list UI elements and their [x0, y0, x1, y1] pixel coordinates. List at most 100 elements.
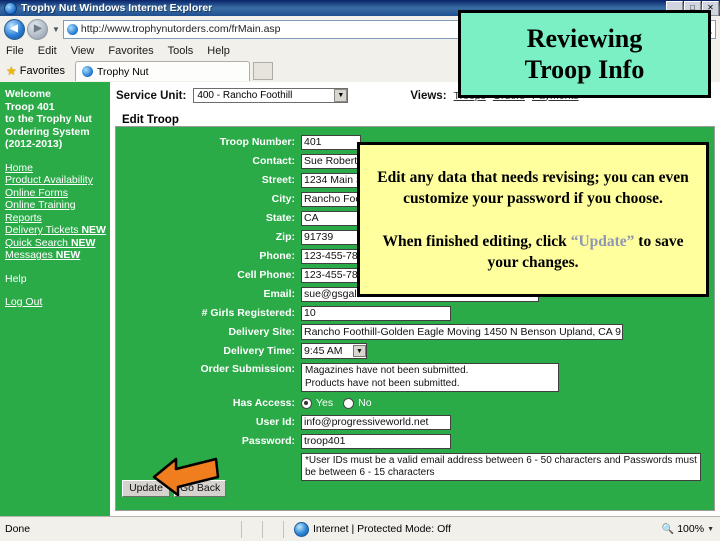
sidebar-item-messages-label: Messages — [5, 249, 53, 261]
sidebar-item-delivery-tickets-label: Delivery Tickets — [5, 224, 79, 236]
label-password: Password: — [241, 435, 295, 447]
sidebar-item-product-availability[interactable]: Product Availability — [5, 174, 105, 187]
divider — [240, 520, 242, 538]
menu-help[interactable]: Help — [207, 45, 230, 57]
instruction-line-2-pre: When finished editing, click — [382, 232, 571, 250]
badge-new: NEW — [55, 249, 81, 261]
sidebar-item-quick-search-label: Quick Search — [5, 236, 69, 249]
service-unit-value: 400 - Rancho Foothill — [197, 90, 293, 101]
menu-view[interactable]: View — [71, 45, 95, 57]
field-row-girls-registered: # Girls Registered: 10 — [116, 304, 710, 322]
internet-explorer-icon — [4, 1, 17, 15]
label-delivery-time: Delivery Time: — [223, 345, 295, 357]
label-phone: Phone: — [259, 250, 295, 262]
label-zip: Zip: — [275, 231, 295, 243]
callout-instructions: Edit any data that needs revising; you c… — [357, 142, 709, 297]
instruction-line-2: When finished editing, click “Update” to… — [368, 231, 698, 273]
sidebar-item-home[interactable]: Home — [5, 162, 105, 175]
security-zone: Internet | Protected Mode: Off — [293, 521, 451, 537]
sidebar-item-reports[interactable]: Reports — [5, 212, 105, 225]
zoom-control[interactable]: 🔍 100% ▼ — [662, 523, 720, 535]
sidebar: Welcome Troop 401 to the Trophy Nut Orde… — [0, 82, 110, 516]
zoom-level: 100% — [677, 523, 705, 535]
sidebar-item-delivery-tickets[interactable]: Delivery Tickets NEW — [5, 224, 106, 237]
order-submission-magazines: Magazines have not been submitted. — [305, 365, 469, 376]
delivery-time-value: 9:45 AM — [304, 345, 343, 357]
select-delivery-site[interactable]: Rancho Foothill-Golden Eagle Moving 1450… — [301, 324, 623, 340]
delivery-site-value: Rancho Foothill-Golden Eagle Moving 1450… — [304, 326, 623, 338]
badge-new: NEW — [81, 224, 106, 236]
service-unit-select[interactable]: 400 - Rancho Foothill ▼ — [193, 88, 349, 103]
field-row-has-access: Has Access: Yes No — [116, 394, 710, 412]
new-tab-button[interactable] — [253, 62, 274, 80]
label-has-access-yes: Yes — [316, 397, 334, 409]
label-user-id: User Id: — [255, 416, 295, 428]
browser-tab[interactable]: Trophy Nut — [75, 61, 251, 81]
badge-new: NEW — [70, 236, 96, 249]
orange-arrow-annotation — [152, 457, 220, 497]
callout-title: Reviewing Troop Info — [458, 10, 711, 98]
sidebar-item-quick-search[interactable]: Quick Search NEW — [5, 237, 105, 250]
order-submission-status: Magazines have not been submitted. Produ… — [301, 363, 559, 392]
input-password[interactable]: troop401 — [301, 433, 451, 449]
tab-label: Trophy Nut — [97, 65, 149, 78]
status-text: Done — [5, 523, 31, 535]
divider — [282, 520, 284, 538]
radio-has-access-yes[interactable] — [301, 397, 312, 409]
chevron-down-icon[interactable]: ▼ — [707, 526, 714, 533]
favorites-label[interactable]: Favorites — [20, 65, 65, 77]
page-title: Edit Troop — [122, 114, 179, 126]
views-label: Views: — [410, 89, 447, 102]
zoom-icon: 🔍 — [661, 523, 675, 535]
field-row-password: Password: troop401 — [116, 432, 710, 450]
label-has-access: Has Access: — [232, 397, 295, 409]
radio-has-access-no[interactable] — [343, 397, 355, 409]
page-icon — [66, 23, 78, 35]
menu-file[interactable]: File — [6, 45, 24, 57]
field-row-user-id: User Id: info@progressiveworld.net — [116, 413, 710, 431]
menu-edit[interactable]: Edit — [38, 45, 57, 57]
service-unit-label: Service Unit: — [116, 89, 187, 102]
sidebar-item-help[interactable]: Help — [5, 273, 105, 286]
recent-pages-caret-icon[interactable]: ▼ — [52, 25, 60, 34]
field-row-delivery-time: Delivery Time: 9:45 AM ▼ — [116, 342, 710, 360]
label-street: Street: — [261, 174, 295, 186]
input-girls-registered[interactable]: 10 — [301, 305, 451, 321]
back-arrow-icon: ◀ — [10, 22, 18, 34]
input-troop-number[interactable]: 401 — [301, 134, 361, 150]
divider — [261, 520, 263, 538]
select-delivery-time[interactable]: 9:45 AM ▼ — [301, 343, 367, 359]
callout-title-text: Reviewing Troop Info — [524, 24, 645, 84]
label-delivery-site: Delivery Site: — [228, 326, 295, 338]
menu-tools[interactable]: Tools — [168, 45, 194, 57]
label-city: City: — [271, 193, 295, 205]
chevron-down-icon[interactable]: ▼ — [353, 345, 366, 357]
has-access-radio-group: Yes No — [301, 397, 372, 409]
input-user-id[interactable]: info@progressiveworld.net — [301, 414, 451, 430]
sidebar-nav: Home Product Availability Online Forms O… — [5, 162, 106, 309]
label-has-access-no: No — [358, 397, 372, 409]
forward-button[interactable]: ▶ — [27, 18, 48, 40]
sidebar-item-messages[interactable]: Messages NEW — [5, 249, 105, 262]
security-zone-text: Internet | Protected Mode: Off — [312, 523, 451, 535]
chevron-down-icon[interactable]: ▼ — [334, 89, 348, 102]
welcome-message: Welcome Troop 401 to the Trophy Nut Orde… — [5, 88, 92, 150]
back-button[interactable]: ◀ — [4, 18, 25, 40]
form-footnote: *User IDs must be a valid email address … — [301, 453, 701, 481]
sidebar-item-online-forms[interactable]: Online Forms — [5, 187, 105, 200]
status-bar: Done Internet | Protected Mode: Off 🔍 10… — [0, 516, 720, 541]
tab-favicon-icon — [82, 66, 94, 77]
sidebar-item-online-training[interactable]: Online Training — [5, 199, 105, 212]
instruction-line-1: Edit any data that needs revising; you c… — [377, 168, 689, 207]
sidebar-item-logout[interactable]: Log Out — [5, 296, 105, 309]
menu-favorites[interactable]: Favorites — [108, 45, 153, 57]
field-row-delivery-site: Delivery Site: Rancho Foothill-Golden Ea… — [116, 323, 710, 341]
label-order-submission: Order Submission: — [200, 363, 295, 375]
label-troop-number: Troop Number: — [219, 136, 295, 148]
label-cell-phone: Cell Phone: — [237, 269, 295, 281]
field-row-order-submission: Order Submission: Magazines have not bee… — [116, 363, 710, 392]
browser-window: Trophy Nut Windows Internet Explorer _ □… — [0, 0, 720, 541]
instruction-update-word: “Update” — [570, 232, 635, 250]
